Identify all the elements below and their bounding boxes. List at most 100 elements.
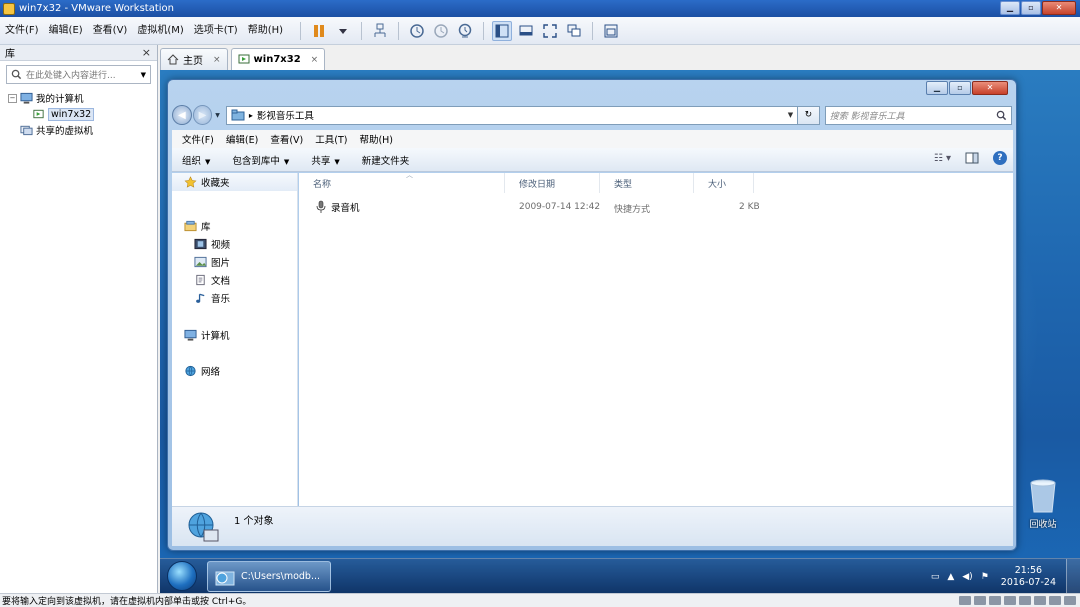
- action-center-icon[interactable]: ⚑: [981, 572, 989, 582]
- explorer-menu-file[interactable]: 文件(F): [176, 132, 220, 146]
- recycle-bin[interactable]: 回收站: [1023, 478, 1063, 530]
- explorer-search-input[interactable]: 搜索 影视音乐工具: [824, 105, 1012, 125]
- tree-item-win7x32[interactable]: win7x32: [8, 106, 157, 122]
- usb-icon[interactable]: [989, 596, 1001, 605]
- tab-close-icon[interactable]: ×: [213, 55, 221, 65]
- hard-disk-icon[interactable]: [959, 596, 971, 605]
- help-icon[interactable]: ?: [993, 151, 1007, 165]
- tab-win7x32[interactable]: win7x32 ×: [230, 48, 326, 70]
- tree-collapse-toggle[interactable]: −: [8, 93, 17, 103]
- include-in-library-button[interactable]: 包含到库中 ▼: [232, 153, 289, 167]
- menu-vm[interactable]: 虚拟机(M): [132, 17, 188, 45]
- column-header-type[interactable]: 类型: [600, 173, 694, 193]
- snapshot-take-icon[interactable]: [407, 21, 427, 41]
- vmware-titlebar: win7x32 - VMware Workstation ▁ ▫ ✕: [0, 0, 1080, 17]
- fullscreen-icon[interactable]: [540, 21, 560, 41]
- maximize-button[interactable]: ▫: [949, 81, 971, 95]
- toolbar-separator: [300, 21, 302, 40]
- organize-button[interactable]: 组织 ▼: [182, 153, 210, 167]
- maximize-button[interactable]: ▫: [1021, 1, 1041, 15]
- nav-label: 网络: [201, 367, 221, 378]
- computer-icon: [20, 92, 33, 104]
- console-view-icon[interactable]: [516, 21, 536, 41]
- explorer-menu-view[interactable]: 查看(V): [264, 132, 309, 146]
- display-icon[interactable]: [1049, 596, 1061, 605]
- library-search-placeholder: 在此处键入内容进行...: [26, 71, 116, 81]
- messages-icon[interactable]: [1064, 596, 1076, 605]
- nav-item-pictures[interactable]: 图片: [194, 255, 230, 269]
- explorer-window: ▁ ▫ ✕ ◀ ▶ ▼ ▸ 影视音乐工具 ▼ ↻ 搜索 影视音乐工具 文件(F): [167, 79, 1017, 551]
- tree-item-label: 我的计算机: [36, 94, 84, 105]
- preview-pane-icon[interactable]: [965, 152, 979, 164]
- clock[interactable]: 21:56 2016-07-24: [1001, 565, 1056, 589]
- recorder-shortcut-icon: [316, 200, 326, 213]
- back-button[interactable]: ◀: [172, 105, 192, 125]
- video-icon: [194, 238, 207, 250]
- sidebar-view-icon[interactable]: [492, 20, 513, 41]
- nav-item-network[interactable]: 网络: [184, 364, 220, 378]
- start-button[interactable]: [167, 561, 197, 591]
- network-icon[interactable]: [370, 21, 390, 41]
- snapshot-manager-icon[interactable]: [455, 21, 475, 41]
- explorer-menu-tools[interactable]: 工具(T): [309, 132, 353, 146]
- column-header-modified[interactable]: 修改日期: [505, 173, 600, 193]
- cd-drive-icon[interactable]: [974, 596, 986, 605]
- toolbar-separator: [398, 21, 400, 40]
- organize-label: 组织: [182, 155, 202, 167]
- guest-desktop[interactable]: ▁ ▫ ✕ ◀ ▶ ▼ ▸ 影视音乐工具 ▼ ↻ 搜索 影视音乐工具 文件(F): [160, 70, 1080, 593]
- network-adapter-icon[interactable]: [1019, 596, 1031, 605]
- volume-icon[interactable]: ◀): [962, 572, 972, 582]
- show-desktop-button[interactable]: [1066, 559, 1080, 593]
- library-close-icon[interactable]: ×: [142, 46, 151, 59]
- column-header-name[interactable]: 名称: [299, 173, 505, 193]
- explorer-menu-edit[interactable]: 编辑(E): [220, 132, 264, 146]
- printer-icon[interactable]: [1004, 596, 1016, 605]
- menu-view[interactable]: 查看(V): [88, 17, 133, 45]
- nav-item-videos[interactable]: 视频: [194, 237, 230, 251]
- show-hidden-icons-icon[interactable]: ▲: [947, 572, 954, 582]
- menu-help[interactable]: 帮助(H): [243, 17, 288, 45]
- tree-item-my-computer[interactable]: − 我的计算机: [8, 90, 157, 106]
- nav-item-favorites[interactable]: 收藏夹: [172, 173, 297, 191]
- pause-icon[interactable]: [309, 21, 329, 41]
- nav-item-computer[interactable]: 计算机: [184, 328, 230, 342]
- column-header-size[interactable]: 大小: [694, 173, 754, 193]
- unity-icon[interactable]: [564, 21, 584, 41]
- address-dropdown-icon[interactable]: ▼: [788, 111, 793, 119]
- share-button[interactable]: 共享 ▼: [311, 153, 339, 167]
- breadcrumb-current[interactable]: 影视音乐工具: [257, 108, 788, 122]
- explorer-menu-help[interactable]: 帮助(H): [353, 132, 399, 146]
- tab-close-icon[interactable]: ×: [311, 55, 319, 65]
- close-button[interactable]: ✕: [1042, 1, 1076, 15]
- file-row[interactable]: 录音机 2009-07-14 12:42 快捷方式 2 KB: [299, 198, 1013, 218]
- taskbar-explorer-button[interactable]: C:\Users\modb...: [207, 561, 331, 592]
- tree-item-shared-vms[interactable]: 共享的虚拟机: [8, 122, 157, 138]
- address-bar[interactable]: ▸ 影视音乐工具 ▼: [225, 105, 799, 125]
- thumbnail-icon[interactable]: [601, 21, 621, 41]
- minimize-button[interactable]: ▁: [926, 81, 948, 95]
- dropdown-arrow-icon[interactable]: [333, 21, 353, 41]
- close-button[interactable]: ✕: [972, 81, 1008, 95]
- menu-edit[interactable]: 编辑(E): [44, 17, 88, 45]
- explorer-menubar: 文件(F) 编辑(E) 查看(V) 工具(T) 帮助(H): [172, 130, 1013, 148]
- tab-home[interactable]: 主页 ×: [160, 48, 228, 70]
- snapshot-revert-icon[interactable]: [431, 21, 451, 41]
- menu-tabs[interactable]: 选项卡(T): [189, 17, 243, 45]
- forward-button[interactable]: ▶: [192, 105, 213, 125]
- nav-item-music[interactable]: 音乐: [194, 291, 230, 305]
- recent-pages-icon[interactable]: ▼: [215, 112, 220, 119]
- keyboard-icon[interactable]: ▭: [931, 572, 940, 582]
- command-bar-right: ☷ ▾ ?: [934, 151, 1007, 165]
- nav-item-documents[interactable]: 文档: [194, 273, 230, 287]
- refresh-button[interactable]: ↻: [798, 105, 820, 125]
- view-options-icon[interactable]: ☷ ▾: [934, 153, 951, 164]
- new-folder-button[interactable]: 新建文件夹: [362, 153, 410, 167]
- nav-label: 图片: [211, 258, 231, 269]
- main-menu: 文件(F) 编辑(E) 查看(V) 虚拟机(M) 选项卡(T) 帮助(H): [0, 17, 288, 45]
- library-search-input[interactable]: 在此处键入内容进行... ▼: [6, 65, 151, 84]
- minimize-button[interactable]: ▁: [1000, 1, 1020, 15]
- sound-card-icon[interactable]: [1034, 596, 1046, 605]
- menu-file[interactable]: 文件(F): [0, 17, 44, 45]
- nav-item-libraries[interactable]: 库: [184, 219, 211, 233]
- chevron-down-icon[interactable]: ▼: [141, 71, 146, 79]
